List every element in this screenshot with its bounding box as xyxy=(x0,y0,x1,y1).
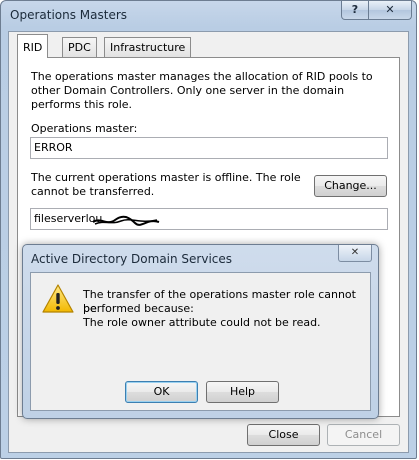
operations-master-value: ERROR xyxy=(34,141,73,154)
close-window-button[interactable]: ✕ xyxy=(368,1,412,20)
change-button[interactable]: Change... xyxy=(314,175,387,197)
tab-pdc[interactable]: PDC xyxy=(62,37,97,57)
tab-rid[interactable]: RID xyxy=(17,34,49,58)
error-dialog-title: Active Directory Domain Services xyxy=(31,252,233,266)
error-dialog-client-area: The transfer of the operations master ro… xyxy=(30,272,371,411)
warning-icon xyxy=(42,284,74,313)
server-name-field: fileserverlou. xyxy=(30,208,388,230)
rid-description: The operations master manages the alloca… xyxy=(31,70,373,111)
offline-message: The current operations master is offline… xyxy=(31,171,301,198)
redaction-scribble xyxy=(92,215,160,226)
close-button[interactable]: Close xyxy=(247,424,320,446)
error-dialog-close-button[interactable]: ✕ xyxy=(338,245,372,262)
cancel-button[interactable]: Cancel xyxy=(327,424,400,446)
help-dialog-button[interactable]: Help xyxy=(206,381,279,403)
tab-infrastructure[interactable]: Infrastructure xyxy=(104,37,192,57)
title-bar: Operations Masters ? ✕ xyxy=(1,1,416,29)
operations-master-field: ERROR xyxy=(30,137,388,159)
error-dialog: Active Directory Domain Services ✕ The t… xyxy=(22,244,379,419)
window-title: Operations Masters xyxy=(10,8,128,22)
ok-button[interactable]: OK xyxy=(125,381,198,403)
help-button[interactable]: ? xyxy=(341,1,369,20)
error-message-line-2: performed because: xyxy=(83,302,194,315)
error-message-line-3: The role owner attribute could not be re… xyxy=(83,316,321,329)
operations-master-label: Operations master: xyxy=(31,122,138,135)
